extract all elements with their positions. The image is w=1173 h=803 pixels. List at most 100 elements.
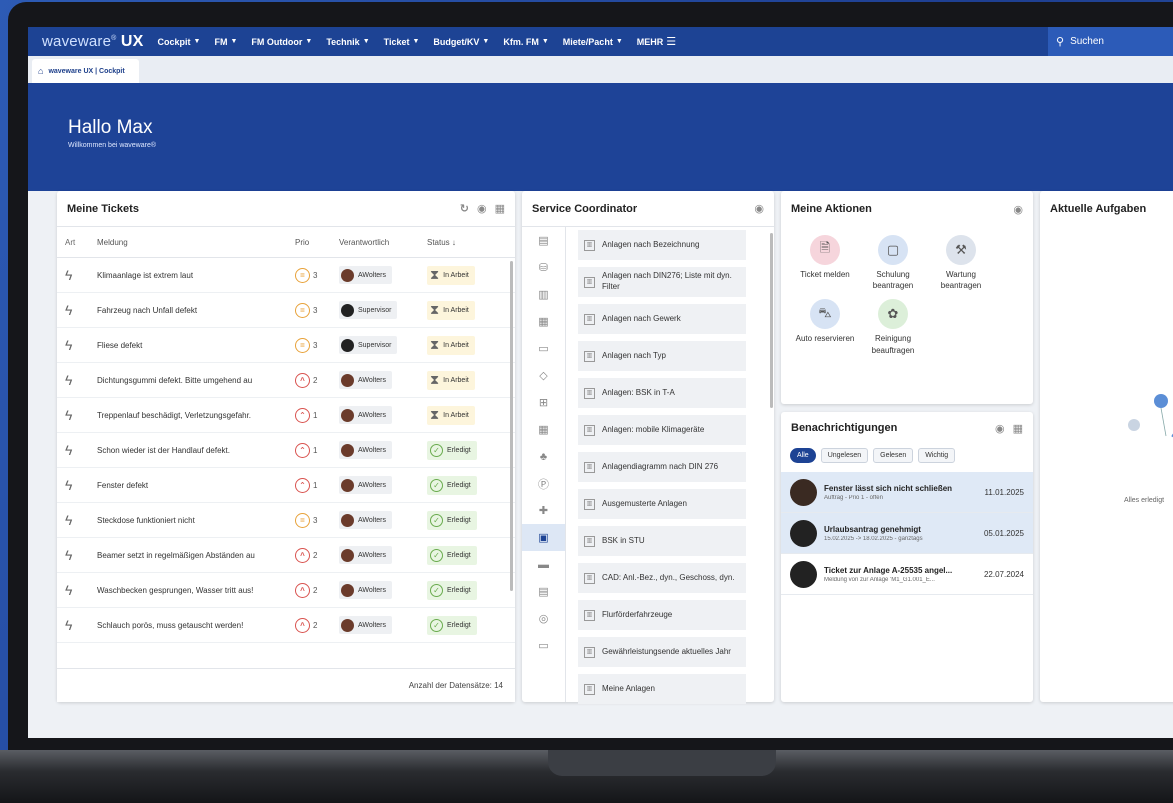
action-wartung[interactable]: ⚒ Wartung beantragen: [927, 235, 995, 291]
table-row[interactable]: ϟ Schon wieder ist der Handlauf defekt. ⌃ 1…: [57, 433, 515, 468]
avatar: [341, 303, 354, 317]
service-item[interactable]: ▥ CAD: Anl.-Bez., dyn., Geschoss, dyn.: [578, 563, 746, 593]
service-item[interactable]: ▥ Flurförderfahrzeuge: [578, 600, 746, 630]
table-row[interactable]: ϟ Fahrzeug nach Unfall defekt = 3 Supervisor…: [57, 293, 515, 328]
report-icon: ▥: [584, 609, 595, 621]
chip-wichtig[interactable]: Wichtig: [918, 447, 956, 463]
report-icon: ▥: [584, 461, 595, 473]
chevron-down-icon: ▼: [230, 38, 238, 45]
grid-icon[interactable]: ▦: [1013, 422, 1023, 435]
eye-icon[interactable]: ◉: [477, 202, 487, 215]
nav-item-fm[interactable]: FM ▼: [214, 37, 237, 47]
priority: ⌃ 1: [295, 407, 339, 423]
service-item[interactable]: ▥ Anlagen nach Typ: [578, 341, 746, 371]
table-row[interactable]: ϟ Fenster defekt ⌃ 1 AWolters ✓ Erledigt: [57, 468, 515, 503]
report-icon: ▥: [584, 572, 595, 584]
folder-icon[interactable]: ▭: [522, 335, 565, 362]
tab-cockpit[interactable]: ⌂ waveware UX | Cockpit: [32, 59, 139, 83]
globe-icon[interactable]: ◎: [522, 605, 565, 632]
logo[interactable]: waveware® UX: [42, 33, 144, 51]
table-row[interactable]: ϟ Fliese defekt = 3 Supervisor ⧗ In Arbeit: [57, 328, 515, 363]
avatar: [790, 519, 817, 547]
chip-gelesen[interactable]: Gelesen: [873, 447, 914, 463]
document-icon[interactable]: ▤: [522, 227, 565, 254]
refresh-icon[interactable]: ↻: [460, 202, 469, 215]
chip-ungelesen[interactable]: Ungelesen: [820, 447, 869, 463]
service-item[interactable]: ▥ Anlagen nach Gewerk: [578, 304, 746, 334]
tasks-panel: Aktuelle Aufgaben Alles erledigt: [1040, 191, 1173, 702]
table-row[interactable]: ϟ Klimaanlage ist extrem laut = 3 AWolters ⧗ I…: [57, 258, 515, 293]
ticket-message: Schlauch porös, muss getauscht werden!: [97, 620, 244, 630]
report-icon: ▥: [584, 350, 595, 362]
nav-item-miete[interactable]: Miete/Pacht ▼: [563, 37, 623, 47]
eye-icon[interactable]: ◉: [754, 202, 764, 215]
nav-item-kfm-fm[interactable]: Kfm. FM ▼: [503, 37, 548, 47]
database-icon[interactable]: ⛁: [522, 254, 565, 281]
report-icon: ▥: [584, 535, 595, 547]
service-item[interactable]: ▥ Anlagendiagramm nach DIN 276: [578, 452, 746, 482]
office-icon[interactable]: ▦: [522, 308, 565, 335]
notifications-panel: Benachrichtigungen ◉ ▦ Alle Ungelesen Ge…: [781, 412, 1033, 702]
chip-alle[interactable]: Alle: [790, 447, 816, 463]
lightning-icon: ϟ: [65, 547, 73, 563]
server-icon[interactable]: ▤: [522, 578, 565, 605]
nav-item-technik[interactable]: Technik ▼: [326, 37, 369, 47]
action-auto[interactable]: ⛍ Auto reservieren: [791, 299, 859, 355]
grid-icon[interactable]: ▦: [495, 202, 505, 215]
responsible-badge: AWolters: [339, 406, 393, 424]
notification-item[interactable]: Fenster lässt sich nicht schließen Auftra…: [781, 472, 1033, 513]
priority-icon: =: [295, 337, 310, 353]
service-item[interactable]: ▥ BSK in STU: [578, 526, 746, 556]
table-row[interactable]: ϟ Waschbecken gesprungen, Wasser tritt au…: [57, 573, 515, 608]
actions-panel: Meine Aktionen ◉ 🗎 Ticket melden ▢ Schul…: [781, 191, 1033, 404]
service-item[interactable]: ▥ Anlagen: BSK in T-A: [578, 378, 746, 408]
service-item[interactable]: ▥ Ausgemusterte Anlagen: [578, 489, 746, 519]
service-item[interactable]: ▥ Meine Anlagen: [578, 674, 746, 704]
nav-item-more[interactable]: MEHR ☰: [637, 35, 676, 48]
priority-icon: =: [295, 267, 310, 283]
nav-item-ticket[interactable]: Ticket ▼: [384, 37, 420, 47]
action-ticket-melden[interactable]: 🗎 Ticket melden: [791, 235, 859, 291]
table-row[interactable]: ϟ Treppenlauf beschädigt, Verletzungsgefa…: [57, 398, 515, 433]
status-badge: ✓ Erledigt: [427, 475, 477, 495]
notification-item[interactable]: Ticket zur Anlage A-25535 angel... Meldun…: [781, 554, 1033, 595]
priority-icon: ⌃: [295, 477, 310, 493]
layers-icon[interactable]: ◇: [522, 362, 565, 389]
eye-icon[interactable]: ◉: [1013, 203, 1023, 216]
ticket-icon: 🗎: [810, 235, 840, 265]
monitor-icon[interactable]: ▭: [522, 632, 565, 659]
action-schulung[interactable]: ▢ Schulung beantragen: [859, 235, 927, 291]
car-icon: ⛍: [810, 299, 840, 330]
service-item[interactable]: ▥ Anlagen nach DIN276; Liste mit dyn. Fil…: [578, 267, 746, 297]
nav-item-budget[interactable]: Budget/KV ▼: [433, 37, 489, 47]
parking-icon[interactable]: Ⓟ: [522, 470, 565, 497]
service-item[interactable]: ▥ Anlagen nach Bezeichnung: [578, 230, 746, 260]
eye-icon[interactable]: ◉: [995, 422, 1005, 435]
service-item[interactable]: ▥ Gewährleistungsende aktuelles Jahr: [578, 637, 746, 667]
tree-icon[interactable]: ♣: [522, 443, 565, 470]
hourglass-icon: ⧗: [430, 372, 440, 387]
table-row[interactable]: ϟ Steckdose funktioniert nicht = 3 AWolters ✓…: [57, 503, 515, 538]
scrollbar[interactable]: [510, 261, 513, 591]
lightning-icon: ϟ: [65, 617, 73, 633]
nav-item-fm-outdoor[interactable]: FM Outdoor ▼: [251, 37, 312, 47]
search-field[interactable]: ⚲ Suchen: [1048, 27, 1173, 56]
action-reinigung[interactable]: ✿ Reinigung beauftragen: [859, 299, 927, 355]
notification-item[interactable]: Urlaubsantrag genehmigt 15.02.2025 -> 18.…: [781, 513, 1033, 554]
action-grid: 🗎 Ticket melden ▢ Schulung beantragen ⚒ …: [781, 227, 1033, 372]
table-row[interactable]: ϟ Schlauch porös, muss getauscht werden! ^…: [57, 608, 515, 643]
scrollbar[interactable]: [770, 233, 773, 408]
ticket-message: Fliese defekt: [97, 340, 143, 350]
grid-icon[interactable]: ▦: [522, 416, 565, 443]
first-aid-icon[interactable]: ✚: [522, 497, 565, 524]
sitemap-icon[interactable]: ⊞: [522, 389, 565, 416]
avatar: [790, 560, 817, 588]
building-icon[interactable]: ▥: [522, 281, 565, 308]
table-row[interactable]: ϟ Beamer setzt in regelmäßigen Abständen …: [57, 538, 515, 573]
asset-icon[interactable]: ▣: [522, 524, 565, 551]
responsible-badge: AWolters: [339, 546, 393, 564]
nav-item-cockpit[interactable]: Cockpit ▼: [158, 37, 201, 47]
service-item[interactable]: ▥ Anlagen: mobile Klimageräte: [578, 415, 746, 445]
car-icon[interactable]: ▬: [522, 551, 565, 578]
table-row[interactable]: ϟ Dichtungsgummi defekt. Bitte umgehend a…: [57, 363, 515, 398]
